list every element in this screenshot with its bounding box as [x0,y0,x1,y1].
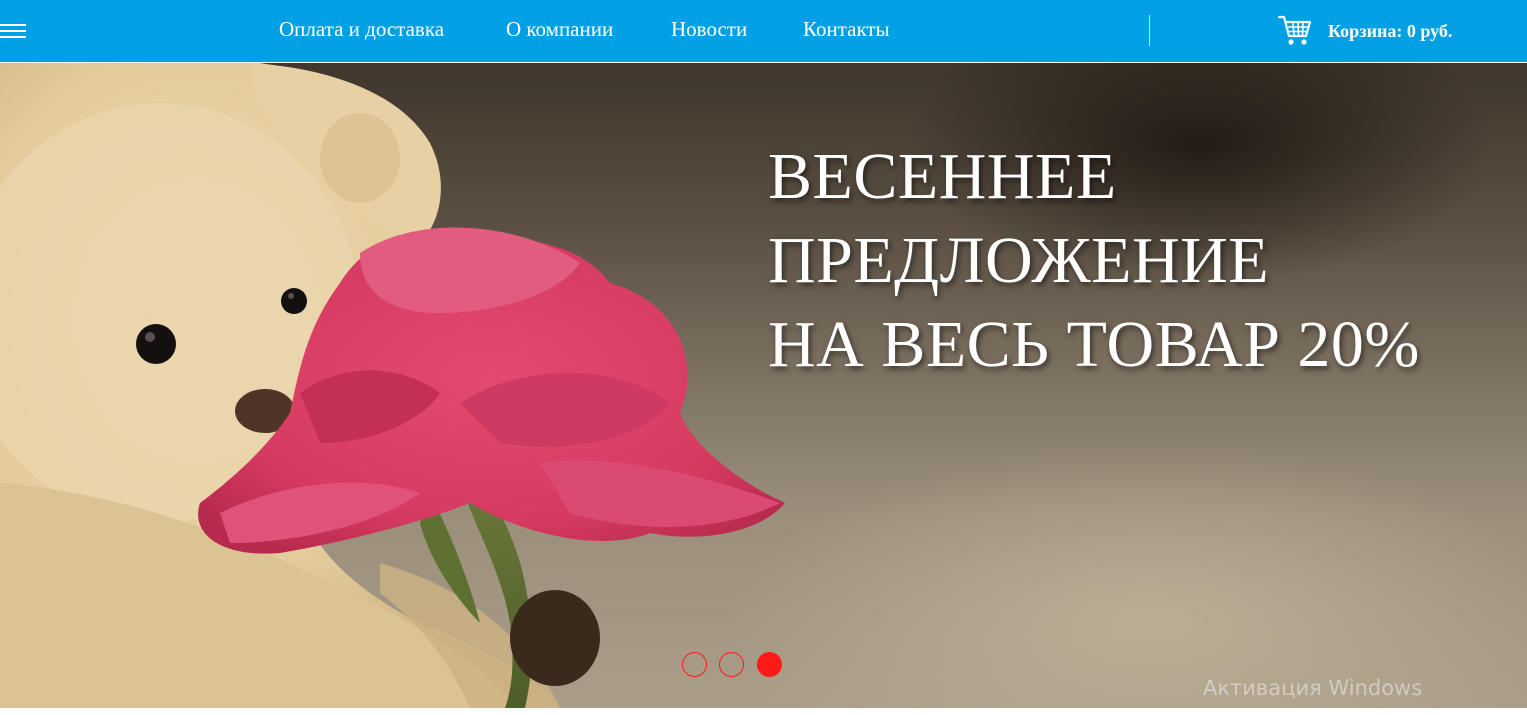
hamburger-menu-icon[interactable] [0,22,26,40]
hero-headline: ВЕСЕННЕЕ ПРЕДЛОЖЕНИЕ НА ВЕСЬ ТОВАР 20% [768,135,1508,387]
header-divider [1149,15,1150,46]
slider-dot-3-active[interactable] [757,652,782,677]
headline-line-3: НА ВЕСЬ ТОВАР 20% [768,308,1420,381]
site-header: Оплата и доставка О компании Новости Кон… [0,0,1527,62]
slider-dot-1[interactable] [682,652,707,677]
nav-link-about[interactable]: О компании [506,17,613,41]
hero-slider: ВЕСЕННЕЕ ПРЕДЛОЖЕНИЕ НА ВЕСЬ ТОВАР 20% [0,63,1527,708]
shopping-cart-icon [1278,15,1312,45]
cart-total-label: Корзина: 0 руб. [1328,21,1453,41]
headline-line-1: ВЕСЕННЕЕ [768,140,1117,213]
slider-dot-2[interactable] [719,652,744,677]
nav-link-news[interactable]: Новости [671,17,747,41]
headline-line-2: ПРЕДЛОЖЕНИЕ [768,224,1270,297]
nav-link-payment-delivery[interactable]: Оплата и доставка [279,17,444,41]
windows-activation-watermark: Активация Windows [1203,676,1423,700]
nav-link-contacts[interactable]: Контакты [803,17,890,41]
